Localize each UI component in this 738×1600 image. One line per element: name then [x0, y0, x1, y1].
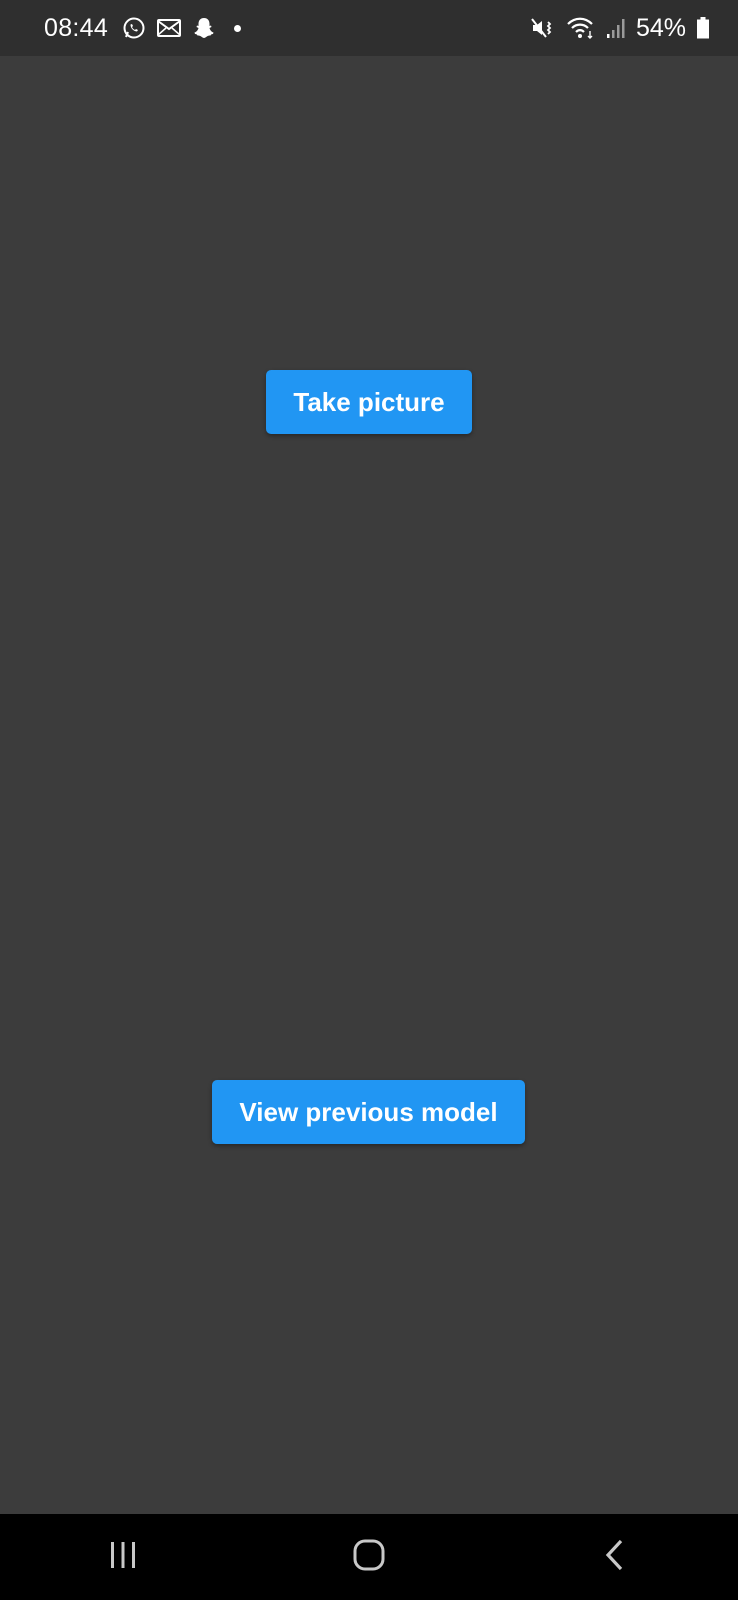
wifi-icon — [566, 16, 596, 40]
snapchat-icon — [192, 16, 216, 40]
recent-apps-button[interactable] — [63, 1522, 183, 1592]
more-notifications-dot — [234, 24, 242, 32]
app-screen: 08:44 54% Take picture View previous mod… — [0, 0, 738, 1600]
back-icon — [603, 1538, 627, 1577]
battery-icon — [696, 16, 710, 40]
navigation-bar — [0, 1514, 738, 1600]
mute-vibrate-icon — [530, 16, 556, 40]
status-right: 54% — [530, 14, 710, 43]
main-content: Take picture View previous model — [0, 56, 738, 1514]
whatsapp-icon — [122, 16, 146, 40]
view-previous-model-button[interactable]: View previous model — [212, 1080, 525, 1144]
back-button[interactable] — [555, 1522, 675, 1592]
status-bar: 08:44 54% — [0, 0, 738, 56]
home-icon — [352, 1538, 386, 1577]
battery-percent: 54% — [635, 13, 686, 42]
take-picture-button[interactable]: Take picture — [266, 370, 472, 434]
recent-apps-icon — [107, 1540, 139, 1575]
clock: 08:44 — [44, 13, 109, 42]
signal-icon — [606, 17, 626, 39]
mail-icon — [156, 17, 182, 39]
home-button[interactable] — [309, 1522, 429, 1592]
status-left: 08:44 — [44, 13, 242, 43]
